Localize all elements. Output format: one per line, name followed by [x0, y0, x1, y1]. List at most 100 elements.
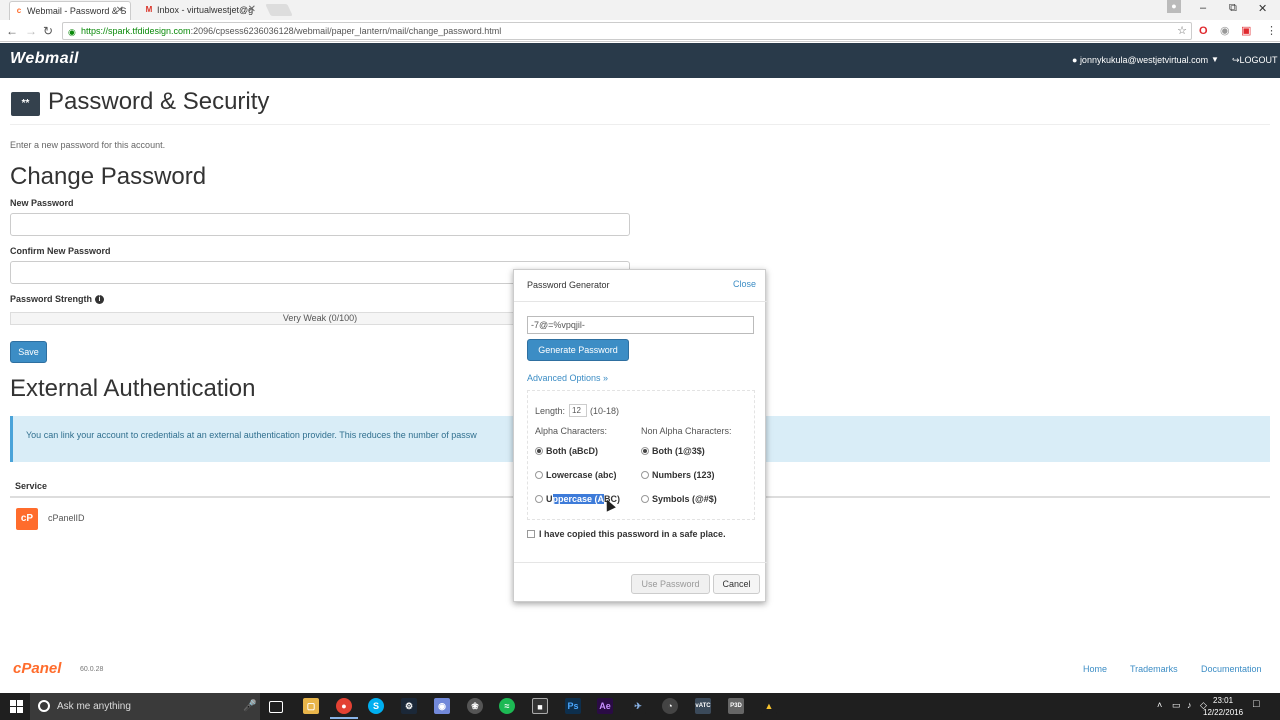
uppercase-prefix: U	[546, 494, 553, 504]
flight-sim-icon[interactable]: ✈	[630, 698, 646, 714]
alpha-lowercase-label: Lowercase (abc)	[546, 470, 617, 480]
tab-label: Webmail - Password & S	[27, 6, 127, 16]
webmail-header: Webmail ● jonnykukula@westjetvirtual.com…	[0, 43, 1280, 78]
user-menu[interactable]: ● jonnykukula@westjetvirtual.com	[1072, 55, 1208, 65]
new-tab-button[interactable]	[265, 4, 293, 16]
forward-icon[interactable]: →	[25, 24, 37, 38]
new-password-label: New Password	[10, 198, 74, 208]
external-auth-heading: External Authentication	[10, 375, 256, 402]
generated-password-field[interactable]: -7@=%vpqjil-	[527, 316, 754, 334]
app-icon[interactable]: ▲	[761, 698, 777, 714]
nonalpha-both-radio[interactable]	[641, 447, 649, 455]
footer-link-trademarks[interactable]: Trademarks	[1130, 664, 1178, 674]
clock-date[interactable]: 12/22/2016	[1203, 708, 1243, 717]
cortana-icon	[38, 700, 50, 712]
page-title: Password & Security	[48, 88, 270, 115]
url-host: https://spark.tfdidesign.com	[81, 26, 191, 36]
logout-link[interactable]: ↪LOGOUT	[1232, 55, 1278, 66]
menu-icon[interactable]: ⋮	[1266, 25, 1277, 37]
change-password-heading: Change Password	[10, 163, 207, 190]
clock-time[interactable]: 23:01	[1213, 696, 1233, 705]
logout-label: LOGOUT	[1239, 55, 1278, 65]
app-icon[interactable]: vATC	[695, 698, 711, 714]
copied-checkbox[interactable]	[527, 530, 535, 538]
version-text: 60.0.28	[80, 666, 104, 673]
footer-link-home[interactable]: Home	[1083, 664, 1107, 674]
cpanel-icon: c	[16, 6, 22, 15]
alpha-both-radio[interactable]	[535, 447, 543, 455]
use-password-button[interactable]: Use Password	[631, 574, 710, 594]
microphone-icon[interactable]: 🎤	[243, 699, 257, 712]
chevron-down-icon[interactable]: ▼	[1211, 55, 1219, 64]
new-password-field[interactable]	[10, 213, 630, 236]
length-input[interactable]: 12	[569, 404, 587, 417]
taskbar-search-box[interactable]: Ask me anything 🎤	[30, 693, 260, 720]
service-column-header: Service	[15, 481, 48, 491]
app-icon[interactable]: P3D	[728, 698, 744, 714]
alpha-lowercase-radio[interactable]	[535, 471, 543, 479]
modal-close-link[interactable]: Close	[733, 279, 756, 289]
task-view-icon[interactable]	[269, 701, 283, 713]
strength-value: Very Weak (0/100)	[282, 313, 358, 323]
save-button[interactable]: Save	[10, 341, 47, 363]
cpanel-footer-logo[interactable]: cPanel	[13, 660, 61, 677]
tab-inbox[interactable]: M Inbox - virtualwestjet@g ✕	[140, 1, 262, 20]
lock-icon: ◉	[68, 27, 76, 37]
steam-icon[interactable]: ⚙	[401, 698, 417, 714]
windows-taskbar: Ask me anything 🎤 ▢ ● S ⚙ ◉ ❀ ≈ ■ Ps Ae …	[0, 693, 1280, 720]
extension-icon[interactable]: ◉	[1220, 25, 1230, 37]
discord-icon[interactable]: ◉	[434, 698, 450, 714]
cpanel-icon: cP	[16, 508, 38, 530]
intro-text: Enter a new password for this account.	[10, 140, 166, 150]
length-range: (10-18)	[590, 406, 620, 416]
close-tab-icon[interactable]: ✕	[248, 1, 256, 19]
app-icon[interactable]: ◔	[662, 698, 678, 714]
after-effects-icon[interactable]: Ae	[597, 698, 613, 714]
close-window-icon[interactable]: ✕	[1258, 2, 1267, 15]
file-explorer-icon[interactable]: ▢	[303, 698, 319, 714]
confirm-password-label: Confirm New Password	[10, 246, 111, 256]
tab-webmail[interactable]: c Webmail - Password & S ✕	[9, 1, 131, 20]
password-strength-label: Password Strength i	[10, 294, 105, 305]
alpha-both-label: Both (aBcD)	[546, 446, 598, 456]
password-strength-text: Password Strength	[10, 294, 93, 304]
modal-footer-divider	[514, 562, 767, 563]
app-icon[interactable]: ❀	[467, 698, 483, 714]
bookmark-star-icon[interactable]: ☆	[1177, 23, 1187, 39]
close-tab-icon[interactable]: ✕	[116, 2, 124, 20]
profile-icon[interactable]: ●	[1167, 0, 1181, 13]
generate-password-button[interactable]: Generate Password	[527, 339, 629, 361]
reload-icon[interactable]: ↻	[43, 24, 53, 38]
webmail-logo[interactable]: Webmail	[10, 50, 79, 68]
media-icon[interactable]: ■	[532, 698, 548, 714]
cancel-button[interactable]: Cancel	[713, 574, 760, 594]
minimize-icon[interactable]: –	[1200, 2, 1206, 14]
skype-icon[interactable]: S	[368, 698, 384, 714]
notifications-icon[interactable]: □	[1253, 698, 1260, 710]
advanced-options-link[interactable]: Advanced Options »	[527, 373, 608, 383]
non-alpha-heading: Non Alpha Characters:	[641, 426, 732, 436]
url-path: :2096/cpsess6236036128/webmail/paper_lan…	[190, 26, 502, 36]
windows-start-icon[interactable]	[10, 700, 23, 713]
nonalpha-symbols-radio[interactable]	[641, 495, 649, 503]
url-field[interactable]: ◉ https://spark.tfdidesign.com:2096/cpse…	[62, 22, 1192, 40]
restore-icon[interactable]: ⧉	[1229, 2, 1237, 15]
opera-extension-icon[interactable]: O	[1199, 25, 1208, 37]
user-email: jonnykukula@westjetvirtual.com	[1079, 55, 1209, 65]
back-icon[interactable]: ←	[6, 24, 18, 38]
network-icon[interactable]: ▭	[1172, 700, 1181, 711]
nonalpha-symbols-label: Symbols (@#$)	[652, 494, 717, 504]
footer-link-documentation[interactable]: Documentation	[1201, 664, 1262, 674]
info-icon[interactable]: i	[95, 295, 105, 305]
service-name: cPanelID	[48, 513, 85, 523]
alpha-uppercase-radio[interactable]	[535, 495, 543, 503]
nonalpha-numbers-radio[interactable]	[641, 471, 649, 479]
tray-chevron-up-icon[interactable]: ˄	[1157, 700, 1162, 710]
spotify-icon[interactable]: ≈	[499, 698, 515, 714]
address-bar-row: ← → ↻ ◉ https://spark.tfdidesign.com:209…	[0, 20, 1280, 42]
chrome-icon[interactable]: ●	[330, 698, 358, 719]
pdf-extension-icon[interactable]: ▣	[1241, 25, 1251, 37]
password-generator-modal: Password Generator Close -7@=%vpqjil- Ge…	[513, 269, 767, 602]
volume-icon[interactable]: ♪	[1187, 700, 1192, 710]
photoshop-icon[interactable]: Ps	[565, 698, 581, 714]
